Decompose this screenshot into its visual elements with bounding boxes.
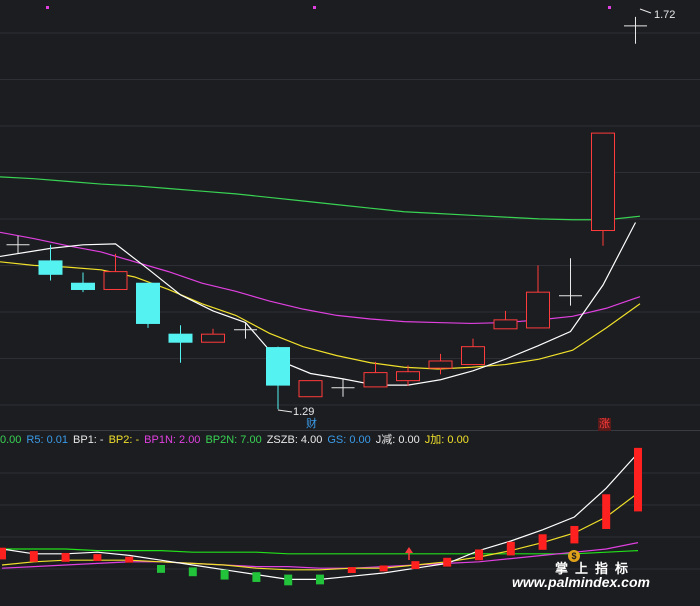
candle-body (103, 271, 128, 290)
ma-green-line (0, 176, 641, 221)
indicator-bar (0, 547, 6, 560)
legend-item: J加: 0.00 (424, 434, 469, 446)
legend-item: ZSZB: 4.00 (266, 434, 323, 446)
indicator-bar (220, 569, 229, 580)
low-price-arrow (277, 409, 293, 413)
high-price-arrow (639, 8, 652, 14)
legend-item: BP2N: 7.00 (205, 434, 262, 446)
indicator-bar (284, 574, 293, 586)
sub-grid (0, 472, 700, 570)
indicator-bar (602, 494, 611, 529)
candle-body (363, 372, 388, 388)
indicator-bar (347, 567, 356, 573)
indicator-bar (252, 572, 261, 582)
candle (461, 338, 485, 366)
indicator-bar (506, 541, 515, 556)
kline-chart[interactable] (0, 0, 700, 606)
candle-body (38, 260, 63, 275)
indicator-bar (29, 551, 38, 562)
candle (168, 325, 193, 363)
candle (591, 132, 615, 246)
legend-item: BP1: - (73, 434, 104, 446)
top-mark (313, 6, 316, 9)
finance-marker[interactable]: 财 (306, 418, 317, 431)
candle (428, 353, 453, 375)
candle-body (428, 360, 453, 369)
high-price-label: 1.72 (654, 9, 676, 21)
candle (526, 265, 550, 329)
candle (624, 16, 647, 44)
rise-marker[interactable]: 涨 (598, 418, 611, 431)
candle (201, 328, 225, 343)
candle-body (298, 380, 323, 398)
candle-body (493, 319, 518, 330)
indicator-bar (634, 447, 642, 512)
candle-body (168, 333, 193, 343)
candle-body (136, 282, 160, 324)
top-marks (46, 6, 611, 9)
top-mark (46, 6, 49, 9)
indicator-legend: 0.00 R5: 0.01 BP1: - BP2: - BP1N: 2.00 BP2N: … (0, 433, 474, 447)
candle (493, 310, 518, 330)
legend-item: BP2: - (108, 434, 140, 446)
indicator-bar (538, 534, 547, 550)
indicator-bar (188, 567, 197, 577)
candle (266, 346, 290, 410)
indicator-bar (157, 565, 165, 573)
candlestick-series (6, 16, 647, 410)
candle (136, 282, 160, 328)
watermark-url: www.palmindex.com (512, 574, 650, 590)
moving-average-lines (0, 176, 641, 386)
candle (298, 380, 323, 398)
candle-body (396, 371, 420, 382)
indicator-bar (61, 553, 70, 562)
candle-body (526, 291, 550, 329)
candle-body (201, 333, 225, 343)
legend-item: J减: 0.00 (375, 434, 420, 446)
candle (6, 235, 30, 254)
legend-item: 0.00 (0, 434, 22, 446)
indicator-bar (316, 574, 324, 585)
watermark: $ 掌上指标 www.palmindex.com (508, 550, 700, 606)
candle-body (71, 282, 95, 290)
indicator-bar (443, 557, 452, 567)
candle-body (461, 346, 485, 366)
indicator-bar (475, 549, 483, 561)
legend-item: BP1N: 2.00 (144, 434, 201, 446)
candle-body (591, 132, 615, 232)
indicator-bar (125, 556, 134, 563)
candle-body (266, 347, 290, 386)
indicator-bar (570, 525, 579, 544)
candle (396, 365, 420, 386)
candle (71, 272, 95, 293)
indicator-bar (379, 565, 388, 572)
candle (331, 378, 355, 397)
legend-item: R5: 0.01 (26, 434, 69, 446)
legend-item: GS: 0.00 (327, 434, 371, 446)
indicator-bar (93, 554, 102, 561)
candle (363, 361, 388, 388)
indicator-bar (411, 561, 420, 569)
top-mark (608, 6, 611, 9)
